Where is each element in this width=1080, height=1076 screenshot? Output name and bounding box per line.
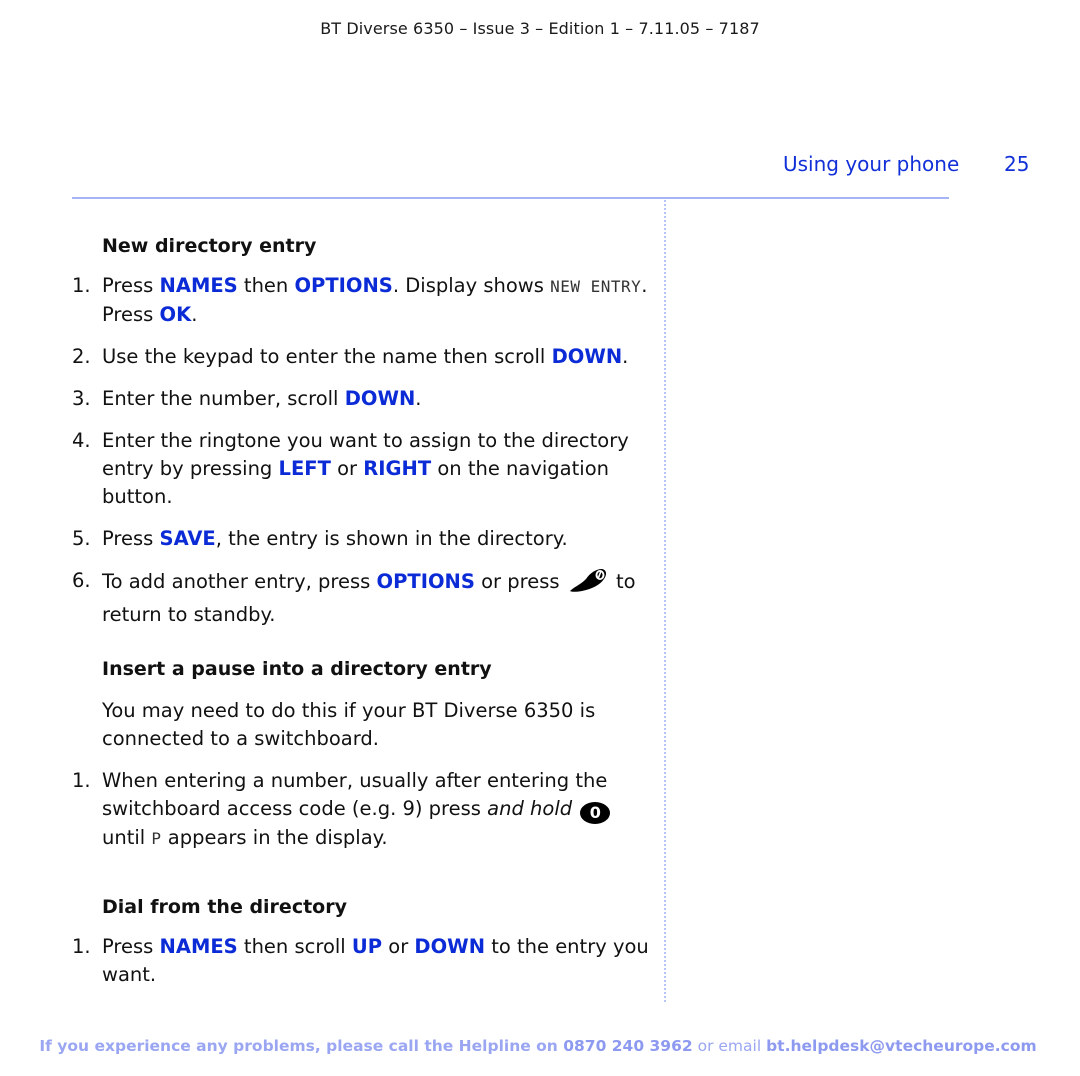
page-number: 25	[1004, 152, 1030, 176]
list-item: 3. Enter the number, scroll DOWN.	[72, 385, 652, 413]
step-number: 3.	[72, 387, 91, 410]
key-ok: OK	[159, 303, 192, 326]
step-number: 4.	[72, 429, 91, 452]
footer-text: If you experience any problems, please c…	[39, 1037, 564, 1055]
helpline-footer: If you experience any problems, please c…	[0, 1037, 1076, 1055]
text: . Display shows	[392, 274, 551, 297]
end-call-icon	[568, 567, 608, 601]
text: , the entry is shown in the directory.	[215, 527, 568, 550]
text: Press	[102, 274, 160, 297]
text: Press	[102, 527, 160, 550]
display-text: NEW ENTRY	[550, 277, 642, 296]
text: or	[382, 935, 415, 958]
emphasis-and-hold: and hold	[487, 797, 573, 820]
document-info-header: BT Diverse 6350 – Issue 3 – Edition 1 – …	[320, 19, 760, 38]
key-down: DOWN	[551, 345, 623, 368]
paragraph-intro: You may need to do this if your BT Diver…	[102, 699, 596, 750]
text: To add another entry, press	[102, 570, 377, 593]
text: Press	[102, 935, 160, 958]
text: until	[102, 826, 152, 849]
main-content: New directory entry 1. Press NAMES then …	[72, 232, 652, 1003]
list-item: 5. Press SAVE, the entry is shown in the…	[72, 525, 652, 553]
step-number: 5.	[72, 527, 91, 550]
list-item: 1. When entering a number, usually after…	[72, 767, 652, 853]
display-text-p: P	[151, 829, 162, 848]
key-options: OPTIONS	[376, 570, 475, 593]
column-divider	[664, 200, 666, 1002]
text: or	[330, 457, 364, 480]
key-names: NAMES	[159, 274, 238, 297]
heading-insert-pause: Insert a pause into a directory entry	[102, 658, 492, 680]
header-rule	[72, 197, 949, 199]
text: Use the keypad to enter the name then sc…	[102, 345, 552, 368]
step-number: 1.	[72, 274, 91, 297]
key-up: UP	[351, 935, 383, 958]
heading-new-directory-entry: New directory entry	[102, 235, 317, 257]
text: .	[622, 345, 629, 368]
helpline-phone: 0870 240 3962	[563, 1037, 693, 1055]
key-options: OPTIONS	[294, 274, 393, 297]
key-names: NAMES	[159, 935, 238, 958]
step-number: 1.	[72, 769, 91, 792]
step-number: 2.	[72, 345, 91, 368]
text: Enter the number, scroll	[102, 387, 345, 410]
key-down: DOWN	[344, 387, 416, 410]
zero-key-icon: 0	[580, 802, 611, 824]
list-item: 1. Press NAMES then scroll UP or DOWN to…	[72, 933, 652, 989]
helpdesk-email: bt.helpdesk@vtecheurope.com	[766, 1037, 1037, 1055]
key-down: DOWN	[414, 935, 486, 958]
list-item: 6. To add another entry, press OPTIONS o…	[72, 567, 652, 629]
text: appears in the display.	[161, 826, 388, 849]
heading-dial-from-directory: Dial from the directory	[102, 896, 347, 918]
text: then scroll	[237, 935, 352, 958]
text: .	[191, 303, 198, 326]
key-left: LEFT	[278, 457, 331, 480]
key-right: RIGHT	[363, 457, 432, 480]
text: .	[415, 387, 422, 410]
footer-text: or email	[692, 1037, 767, 1055]
section-title: Using your phone	[783, 152, 960, 176]
list-item: 4. Enter the ringtone you want to assign…	[72, 427, 652, 511]
text: or press	[474, 570, 566, 593]
step-number: 6.	[72, 569, 91, 592]
list-item: 2. Use the keypad to enter the name then…	[72, 343, 652, 371]
text: then	[237, 274, 295, 297]
list-item: 1. Press NAMES then OPTIONS. Display sho…	[72, 272, 652, 329]
step-number: 1.	[72, 935, 91, 958]
key-save: SAVE	[159, 527, 216, 550]
